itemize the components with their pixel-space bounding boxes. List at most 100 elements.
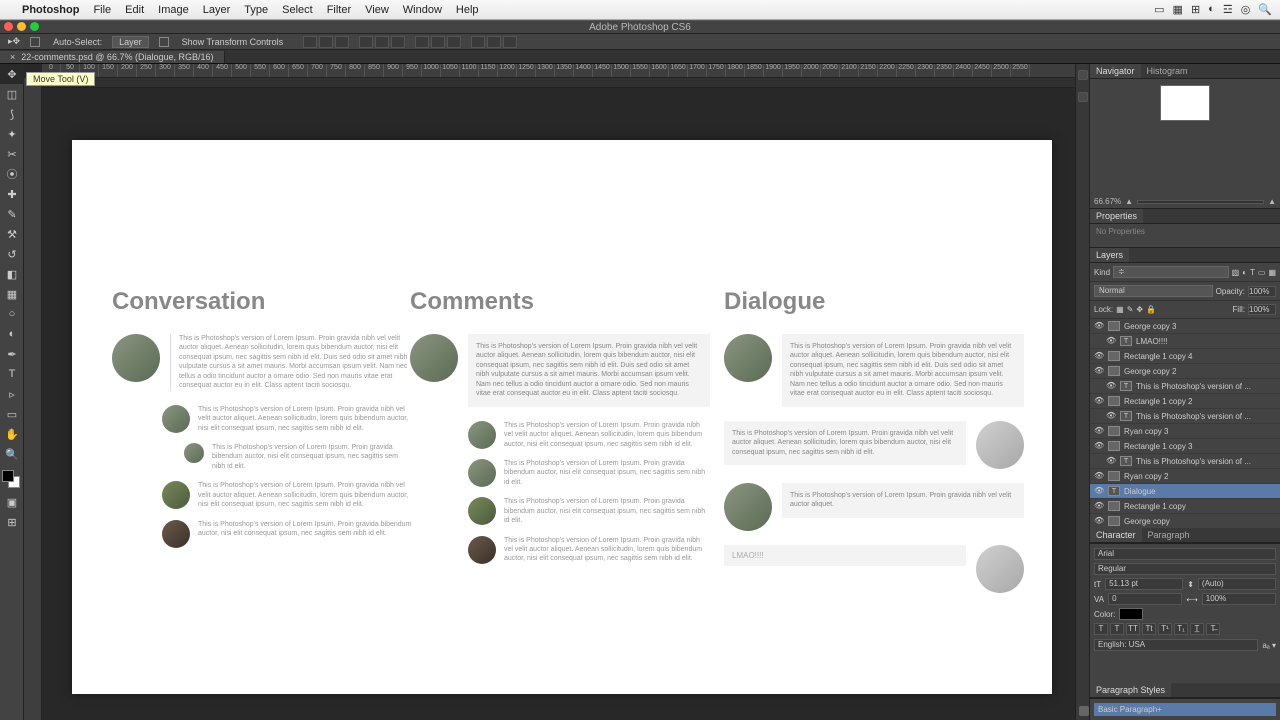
navigator-thumbnail[interactable]	[1160, 85, 1210, 121]
layer-row[interactable]: 👁Rectangle 1 copy 2	[1090, 394, 1280, 409]
leading-input[interactable]: (Auto)	[1198, 578, 1276, 590]
layer-name[interactable]: Rectangle 1 copy 3	[1124, 442, 1193, 451]
status-icon[interactable]: ☲	[1223, 3, 1233, 16]
crop-tool[interactable]: ✂	[0, 144, 24, 164]
layer-name[interactable]: This is Photoshop's version of ...	[1136, 457, 1251, 466]
stamp-tool[interactable]: ⚒	[0, 224, 24, 244]
layer-thumbnail[interactable]	[1108, 441, 1120, 451]
status-icon[interactable]: ◐	[1208, 3, 1215, 16]
menu-filter[interactable]: Filter	[327, 4, 351, 16]
brush-tool[interactable]: ✎	[0, 204, 24, 224]
align-icon[interactable]	[319, 36, 333, 48]
zoom-slider[interactable]	[1137, 200, 1264, 204]
layer-thumbnail[interactable]	[1108, 426, 1120, 436]
text-color-swatch[interactable]	[1119, 608, 1143, 620]
wand-tool[interactable]: ✦	[0, 124, 24, 144]
para-styles-tab[interactable]: Paragraph Styles	[1090, 683, 1171, 697]
visibility-icon[interactable]: 👁	[1106, 381, 1116, 391]
document-tab[interactable]: × 22-comments.psd @ 66.7% (Dialogue, RGB…	[0, 51, 225, 63]
align-icon[interactable]	[303, 36, 317, 48]
color-swatches[interactable]	[0, 468, 23, 492]
lock-trans-icon[interactable]: ▦	[1116, 305, 1124, 314]
menu-window[interactable]: Window	[403, 4, 442, 16]
visibility-icon[interactable]: 👁	[1094, 321, 1104, 331]
visibility-icon[interactable]: 👁	[1106, 456, 1116, 466]
lock-pos-icon[interactable]: ✥	[1136, 305, 1143, 314]
layer-row[interactable]: 👁 George copy 3	[1090, 319, 1280, 334]
auto-select-checkbox[interactable]	[30, 37, 40, 47]
minimize-window[interactable]	[17, 22, 26, 31]
fill-input[interactable]	[1248, 304, 1276, 315]
layer-name[interactable]: George copy 2	[1124, 367, 1176, 376]
italic-button[interactable]: T	[1110, 623, 1124, 635]
layer-name[interactable]: LMAO!!!!	[1136, 337, 1168, 346]
move-tool[interactable]: ✥	[0, 64, 24, 84]
layer-thumbnail[interactable]: T	[1120, 411, 1132, 421]
menu-select[interactable]: Select	[282, 4, 313, 16]
layer-name[interactable]: Dialogue	[1124, 487, 1156, 496]
visibility-icon[interactable]: 👁	[1094, 351, 1104, 361]
menu-edit[interactable]: Edit	[125, 4, 144, 16]
layer-row[interactable]: 👁Ryan copy 3	[1090, 424, 1280, 439]
eyedropper-tool[interactable]: ⦿	[0, 164, 24, 184]
underline-button[interactable]: T̲	[1190, 623, 1204, 635]
layer-thumbnail[interactable]	[1108, 516, 1120, 526]
dock-icon[interactable]	[1078, 70, 1088, 80]
filter-smart-icon[interactable]: ▦	[1268, 268, 1276, 277]
menu-view[interactable]: View	[365, 4, 389, 16]
layer-thumbnail[interactable]: T	[1120, 456, 1132, 466]
filter-type-icon[interactable]: T	[1250, 268, 1255, 277]
menu-help[interactable]: Help	[456, 4, 479, 16]
lasso-tool[interactable]: ⟆	[0, 104, 24, 124]
close-window[interactable]	[4, 22, 13, 31]
align-icon[interactable]	[359, 36, 373, 48]
aa-dropdown[interactable]: aₐ ▾	[1262, 641, 1276, 650]
layer-row[interactable]: 👁George copy	[1090, 514, 1280, 528]
distribute-icon[interactable]	[431, 36, 445, 48]
eraser-tool[interactable]: ◧	[0, 264, 24, 284]
app-name[interactable]: Photoshop	[22, 4, 79, 16]
blend-mode-dropdown[interactable]: Normal	[1094, 285, 1213, 297]
layer-name[interactable]: George copy 3	[1124, 322, 1176, 331]
status-icon[interactable]: ▭	[1154, 3, 1164, 16]
marquee-tool[interactable]: ◫	[0, 84, 24, 104]
super-button[interactable]: T¹	[1158, 623, 1172, 635]
gradient-tool[interactable]: ▦	[0, 284, 24, 304]
layer-row[interactable]: 👁Ryan copy 2	[1090, 469, 1280, 484]
blur-tool[interactable]: ○	[0, 304, 24, 324]
para-style-row[interactable]: Basic Paragraph+	[1094, 703, 1276, 716]
layer-row[interactable]: 👁Rectangle 1 copy 3	[1090, 439, 1280, 454]
zoom-value[interactable]: 66.67%	[1094, 197, 1121, 206]
distribute-icon[interactable]	[487, 36, 501, 48]
status-icon[interactable]: ▦	[1173, 3, 1183, 16]
screenmode-icon[interactable]: ⊞	[0, 512, 24, 532]
show-transform-checkbox[interactable]	[159, 37, 169, 47]
align-icon[interactable]	[375, 36, 389, 48]
bold-button[interactable]: T	[1094, 623, 1108, 635]
tracking-input[interactable]: 100%	[1202, 593, 1276, 605]
filter-pixel-icon[interactable]: ▧	[1232, 268, 1240, 277]
layer-row[interactable]: 👁George copy 2	[1090, 364, 1280, 379]
layers-tab[interactable]: Layers	[1090, 248, 1129, 262]
layer-name[interactable]: George copy	[1124, 517, 1170, 526]
shape-tool[interactable]: ▭	[0, 404, 24, 424]
quickmask-icon[interactable]: ▣	[0, 492, 24, 512]
status-icon[interactable]: ◎	[1241, 3, 1251, 16]
type-tool[interactable]: T	[0, 364, 24, 384]
dialogue-input[interactable]: LMAO!!!!	[724, 545, 966, 566]
zoom-window[interactable]	[30, 22, 39, 31]
visibility-icon[interactable]: 👁	[1094, 486, 1104, 496]
distribute-icon[interactable]	[415, 36, 429, 48]
visibility-icon[interactable]: 👁	[1106, 336, 1116, 346]
layer-thumbnail[interactable]	[1108, 351, 1120, 361]
layer-thumbnail[interactable]: T	[1120, 381, 1132, 391]
filter-shape-icon[interactable]: ▭	[1258, 268, 1266, 277]
paragraph-tab[interactable]: Paragraph	[1142, 528, 1196, 542]
layer-row[interactable]: 👁 T This is Photoshop's version of ...	[1090, 454, 1280, 469]
layer-row[interactable]: 👁 T Dialogue	[1090, 484, 1280, 499]
zoom-in-icon[interactable]: ▲	[1268, 197, 1276, 206]
layer-row[interactable]: 👁TThis is Photoshop's version of ...	[1090, 379, 1280, 394]
layer-thumbnail[interactable]: T	[1108, 486, 1120, 496]
visibility-icon[interactable]: 👁	[1094, 426, 1104, 436]
ruler-horizontal[interactable]: 0501001502002503003504004505005506006507…	[42, 64, 1075, 78]
